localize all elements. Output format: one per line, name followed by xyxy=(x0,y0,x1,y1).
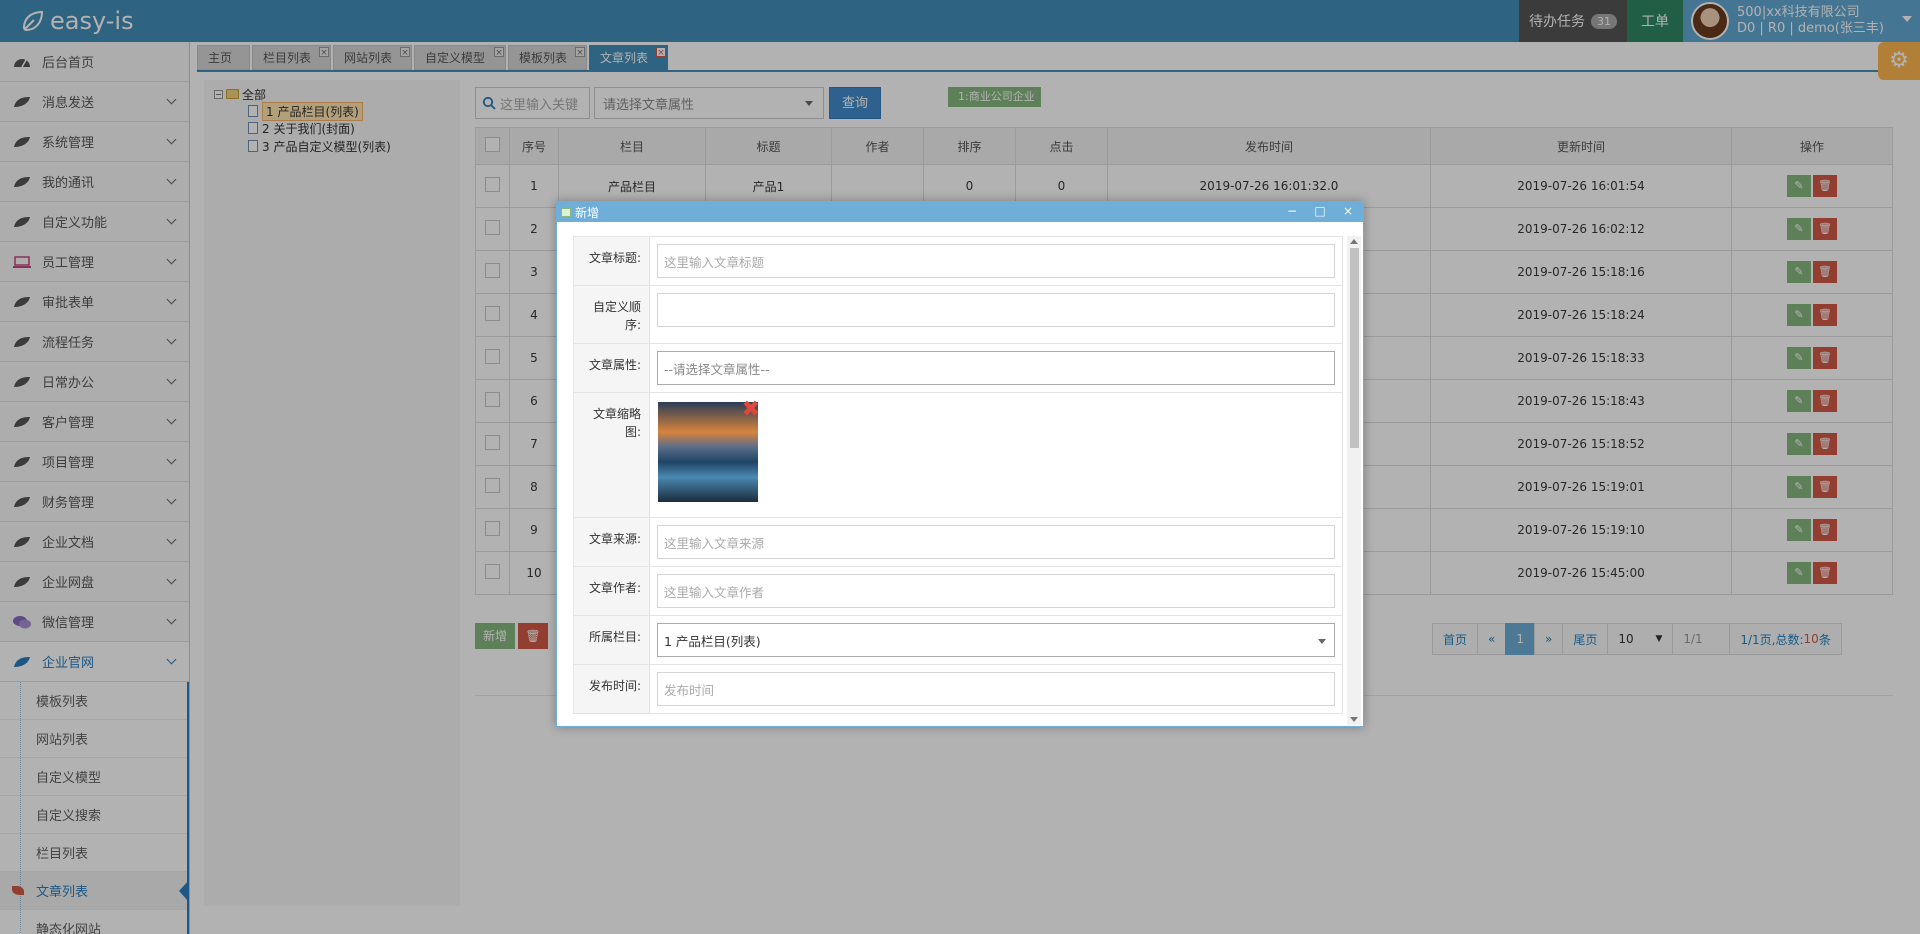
publish-time-input[interactable]: 发布时间 xyxy=(657,672,1335,706)
maximize-icon[interactable]: □ xyxy=(1313,204,1327,218)
field-label: 发布时间: xyxy=(573,664,650,714)
input-placeholder: 这里输入文章标题 xyxy=(664,254,765,270)
input-placeholder: 这里输入文章来源 xyxy=(664,535,765,551)
dialog-scrollbar[interactable] xyxy=(1347,236,1361,725)
dialog-titlebar[interactable]: 新增 − □ × xyxy=(557,202,1363,222)
article-form: 文章标题: 这里输入文章标题 自定义顺序: 文章属性: --请选择文章属性-- … xyxy=(573,236,1343,714)
remove-image-icon[interactable]: ✖ xyxy=(742,399,760,421)
form-row-publish-time: 发布时间: 发布时间 xyxy=(573,664,1343,714)
minimize-icon[interactable]: − xyxy=(1285,204,1299,218)
close-icon[interactable]: × xyxy=(1341,204,1355,218)
scroll-up-icon[interactable] xyxy=(1350,239,1358,244)
field-label: 所属栏目: xyxy=(573,615,650,665)
add-article-dialog: 新增 − □ × 文章标题: 这里输入文章标题 自定义顺序: 文章属性: --请… xyxy=(556,201,1364,727)
custom-order-input[interactable] xyxy=(657,293,1335,327)
form-row-column: 所属栏目: 1 产品栏目(列表) xyxy=(573,615,1343,665)
form-row-order: 自定义顺序: xyxy=(573,285,1343,344)
form-row-title: 文章标题: 这里输入文章标题 xyxy=(573,236,1343,286)
form-row-source: 文章来源: 这里输入文章来源 xyxy=(573,517,1343,567)
article-source-input[interactable]: 这里输入文章来源 xyxy=(657,525,1335,559)
field-label: 文章属性: xyxy=(573,343,650,393)
scrollbar-thumb[interactable] xyxy=(1350,248,1359,448)
form-row-thumbnail: 文章缩略图: ✖ xyxy=(573,392,1343,518)
input-placeholder: --请选择文章属性-- xyxy=(664,361,770,377)
input-placeholder: 这里输入文章作者 xyxy=(664,584,765,600)
form-row-attribute: 文章属性: --请选择文章属性-- xyxy=(573,343,1343,393)
dialog-title: 新增 xyxy=(575,205,600,220)
input-placeholder: 发布时间 xyxy=(664,682,715,698)
field-label: 文章作者: xyxy=(573,566,650,616)
article-title-input[interactable]: 这里输入文章标题 xyxy=(657,244,1335,278)
article-attribute-field[interactable]: --请选择文章属性-- xyxy=(657,351,1335,385)
dialog-form-area: 文章标题: 这里输入文章标题 自定义顺序: 文章属性: --请选择文章属性-- … xyxy=(573,236,1343,725)
caret-down-icon xyxy=(1318,639,1326,644)
field-label: 文章来源: xyxy=(573,517,650,567)
select-value: 1 产品栏目(列表) xyxy=(664,633,761,649)
scroll-down-icon[interactable] xyxy=(1350,717,1358,722)
window-icon xyxy=(561,207,571,217)
field-label: 文章标题: xyxy=(573,236,650,286)
field-label: 文章缩略图: xyxy=(573,392,650,518)
field-label: 自定义顺序: xyxy=(573,285,650,344)
form-row-author: 文章作者: 这里输入文章作者 xyxy=(573,566,1343,616)
thumbnail-image[interactable]: ✖ xyxy=(658,399,760,502)
column-select[interactable]: 1 产品栏目(列表) xyxy=(657,623,1335,657)
article-author-input[interactable]: 这里输入文章作者 xyxy=(657,574,1335,608)
